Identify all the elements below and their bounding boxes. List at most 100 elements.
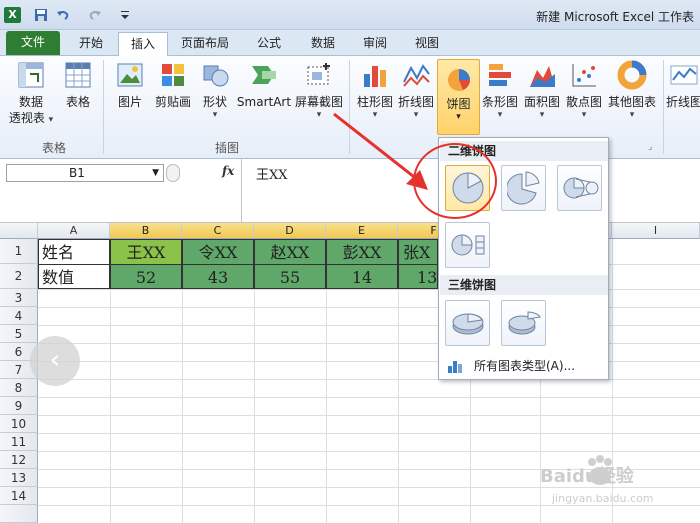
column-header-a[interactable]: A bbox=[38, 223, 110, 239]
row-header-14[interactable]: 14 bbox=[0, 487, 38, 505]
sparkline-line-button[interactable]: 折线图 bbox=[666, 60, 700, 110]
pie-3d-option[interactable] bbox=[445, 300, 490, 346]
bar-chart-label: 条形图 bbox=[481, 95, 518, 109]
dialog-launcher-icon[interactable]: ⌟ bbox=[648, 142, 652, 152]
tab-page-layout[interactable]: 页面布局 bbox=[170, 32, 240, 56]
scatter-chart-dropdown-arrow[interactable]: ▾ bbox=[563, 110, 605, 120]
bar-chart-icon bbox=[489, 64, 511, 86]
row-header-11[interactable]: 11 bbox=[0, 433, 38, 451]
tab-formulas[interactable]: 公式 bbox=[244, 32, 294, 56]
row-header-5[interactable]: 5 bbox=[0, 325, 38, 343]
cell-e2[interactable]: 14 bbox=[326, 264, 398, 289]
row-header-15[interactable] bbox=[0, 505, 38, 523]
line-chart-icon bbox=[403, 64, 430, 87]
picture-icon bbox=[117, 63, 143, 87]
cell-e1[interactable]: 彭XX bbox=[326, 239, 398, 264]
clip-art-label: 剪贴画 bbox=[154, 95, 191, 109]
pie-of-pie-option[interactable] bbox=[557, 165, 602, 211]
all-chart-types-link[interactable]: 所有图表类型(A)... bbox=[440, 354, 608, 378]
pie-chart-button[interactable]: 饼图 ▾ bbox=[437, 59, 480, 135]
smartart-button[interactable]: SmartArt bbox=[236, 60, 292, 110]
cell-f2[interactable]: 13 bbox=[398, 264, 438, 289]
column-header-d[interactable]: D bbox=[254, 223, 326, 239]
scatter-chart-icon bbox=[572, 64, 596, 87]
pie-of-pie-icon bbox=[563, 177, 599, 199]
row-header-12[interactable]: 12 bbox=[0, 451, 38, 469]
pivot-table-label: 数据 bbox=[18, 95, 43, 109]
column-header-e[interactable]: E bbox=[326, 223, 398, 239]
tab-review[interactable]: 审阅 bbox=[350, 32, 400, 56]
other-charts-button[interactable]: 其他图表 ▾ bbox=[605, 60, 659, 120]
table-icon bbox=[65, 62, 91, 88]
grid-line bbox=[38, 415, 700, 416]
picture-button[interactable]: 图片 bbox=[110, 60, 150, 110]
column-chart-label: 柱形图 bbox=[356, 95, 393, 109]
row-header-1[interactable]: 1 bbox=[0, 239, 38, 264]
pivot-table-button[interactable]: 数据 透视表 ▾ bbox=[8, 60, 54, 126]
column-header-c[interactable]: C bbox=[182, 223, 254, 239]
cell-b1[interactable]: 王XX bbox=[110, 239, 182, 264]
row-header-4[interactable]: 4 bbox=[0, 307, 38, 325]
sparkline-icon bbox=[670, 65, 698, 85]
shapes-dropdown-arrow[interactable]: ▾ bbox=[196, 110, 234, 120]
tab-file[interactable]: 文件 bbox=[6, 31, 60, 55]
scatter-chart-label: 散点图 bbox=[565, 95, 602, 109]
cell-d2[interactable]: 55 bbox=[254, 264, 326, 289]
pivot-table-icon bbox=[18, 62, 44, 88]
cell-c1[interactable]: 令XX bbox=[182, 239, 254, 264]
row-header-3[interactable]: 3 bbox=[0, 289, 38, 307]
excel-app-icon[interactable]: X bbox=[4, 7, 21, 23]
tab-home[interactable]: 开始 bbox=[66, 32, 116, 56]
bar-of-pie-option[interactable] bbox=[445, 222, 490, 268]
pie-chart-dropdown-arrow[interactable]: ▾ bbox=[438, 112, 479, 122]
name-box[interactable]: B1 ▼ bbox=[6, 164, 164, 182]
cell-d1[interactable]: 赵XX bbox=[254, 239, 326, 264]
cell-c2[interactable]: 43 bbox=[182, 264, 254, 289]
table-button[interactable]: 表格 bbox=[58, 60, 98, 110]
cell-f1[interactable]: 张X bbox=[398, 239, 438, 264]
shapes-button[interactable]: 形状 ▾ bbox=[196, 60, 234, 120]
smartart-icon bbox=[252, 66, 276, 84]
customize-toolbar-icon[interactable] bbox=[120, 8, 130, 22]
save-icon[interactable] bbox=[34, 8, 48, 22]
redo-icon[interactable] bbox=[88, 8, 102, 22]
cell-a1[interactable]: 姓名 bbox=[38, 239, 110, 264]
clip-art-button[interactable]: 剪贴画 bbox=[150, 60, 196, 110]
previous-slide-button[interactable]: ‹ bbox=[30, 336, 80, 386]
cell-a2[interactable]: 数值 bbox=[38, 264, 110, 289]
row-header-2[interactable]: 2 bbox=[0, 264, 38, 289]
tab-insert[interactable]: 插入 bbox=[118, 32, 168, 57]
other-charts-dropdown-arrow[interactable]: ▾ bbox=[605, 110, 659, 120]
tab-view[interactable]: 视图 bbox=[402, 32, 452, 56]
column-header-i[interactable]: I bbox=[612, 223, 700, 239]
row-header-10[interactable]: 10 bbox=[0, 415, 38, 433]
cell-b2[interactable]: 52 bbox=[110, 264, 182, 289]
name-box-dropdown-icon[interactable]: ▼ bbox=[152, 165, 159, 181]
formula-resize-handle[interactable] bbox=[166, 164, 180, 182]
group-separator bbox=[103, 60, 104, 154]
picture-label: 图片 bbox=[117, 95, 142, 109]
donut-chart-icon bbox=[617, 60, 647, 90]
row-header-13[interactable]: 13 bbox=[0, 469, 38, 487]
bar-chart-dropdown-arrow[interactable]: ▾ bbox=[479, 110, 521, 120]
exploded-pie-option[interactable] bbox=[501, 165, 546, 211]
grid-line bbox=[38, 433, 700, 434]
window-title: 新建 Microsoft Excel 工作表 bbox=[536, 10, 694, 24]
shapes-label: 形状 bbox=[202, 95, 227, 109]
scatter-chart-button[interactable]: 散点图 ▾ bbox=[563, 60, 605, 120]
column-chart-icon bbox=[364, 66, 386, 87]
table-label: 表格 bbox=[65, 95, 90, 109]
area-chart-dropdown-arrow[interactable]: ▾ bbox=[521, 110, 563, 120]
exploded-pie-3d-option[interactable] bbox=[501, 300, 546, 346]
bar-chart-button[interactable]: 条形图 ▾ bbox=[479, 60, 521, 120]
area-chart-button[interactable]: 面积图 ▾ bbox=[521, 60, 563, 120]
ribbon-tabs: 文件 开始 插入 页面布局 公式 数据 审阅 视图 bbox=[0, 30, 700, 57]
select-all-corner[interactable] bbox=[0, 223, 38, 239]
undo-icon[interactable] bbox=[56, 8, 70, 22]
row-header-9[interactable]: 9 bbox=[0, 397, 38, 415]
tab-data[interactable]: 数据 bbox=[298, 32, 348, 56]
column-header-b[interactable]: B bbox=[110, 223, 182, 239]
baidu-url: jingyan.baidu.com bbox=[552, 492, 654, 505]
insert-function-icon[interactable]: fx bbox=[222, 164, 234, 178]
row-header-8[interactable]: 8 bbox=[0, 379, 38, 397]
